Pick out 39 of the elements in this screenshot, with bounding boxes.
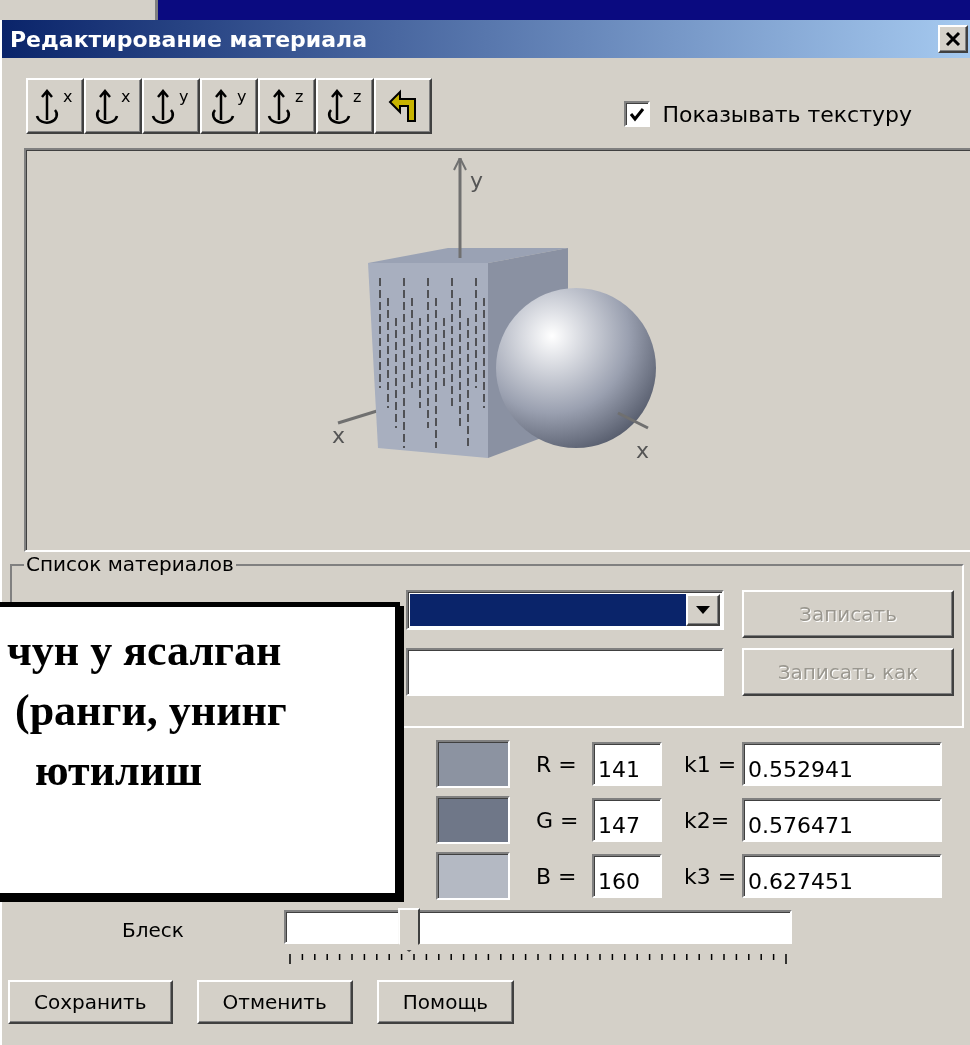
- dialog-button[interactable]: Сохранить: [8, 980, 173, 1024]
- slider-thumb[interactable]: [398, 908, 421, 952]
- channel-label: G =: [536, 807, 580, 833]
- rotate-button[interactable]: y: [200, 78, 258, 134]
- material-dropdown[interactable]: [406, 590, 724, 630]
- caret-icon: [696, 606, 710, 614]
- coefficient-field[interactable]: 0.552941: [742, 742, 942, 786]
- coefficient-label: k1 =: [684, 751, 738, 777]
- check-mark-icon: [629, 106, 646, 122]
- channel-value-field[interactable]: 141: [592, 742, 662, 786]
- rotate-button[interactable]: x: [84, 78, 142, 134]
- rotate-button[interactable]: x: [26, 78, 84, 134]
- show-texture-label: Показывать текстуру: [662, 101, 912, 127]
- undo-arrow-icon: [388, 89, 418, 123]
- material-name-field[interactable]: [406, 648, 724, 696]
- callout-text: чун у ясалган: [6, 625, 282, 677]
- channel-value-field[interactable]: 147: [592, 798, 662, 842]
- rotate-button[interactable]: z: [316, 78, 374, 134]
- callout-text: (ранги, унинг: [14, 685, 287, 737]
- rotate-button[interactable]: z: [258, 78, 316, 134]
- show-texture-checkbox[interactable]: [624, 101, 651, 127]
- shine-label: Блеск: [122, 918, 184, 944]
- coefficient-label: k2=: [684, 807, 731, 833]
- channel-label: B =: [536, 863, 578, 889]
- channel-label: R =: [536, 751, 578, 777]
- coefficient-field[interactable]: 0.576471: [742, 798, 942, 842]
- dropdown-arrow-button[interactable]: [686, 594, 720, 626]
- callout-text: ютилиш: [34, 745, 203, 797]
- coefficient-label: k3 =: [684, 863, 738, 889]
- close-button[interactable]: [938, 25, 968, 53]
- window-title: Редактирование материала: [10, 26, 368, 52]
- undo-button[interactable]: [374, 78, 432, 134]
- rotate-button[interactable]: y: [142, 78, 200, 134]
- coefficient-field[interactable]: 0.627451: [742, 854, 942, 898]
- channel-value-field[interactable]: 160: [592, 854, 662, 898]
- dialog-button[interactable]: Помощь: [376, 980, 515, 1024]
- close-icon: [945, 31, 961, 47]
- cube-and-sphere-drawing: y x x: [318, 158, 678, 498]
- dialog-button[interactable]: Отменить: [196, 980, 353, 1024]
